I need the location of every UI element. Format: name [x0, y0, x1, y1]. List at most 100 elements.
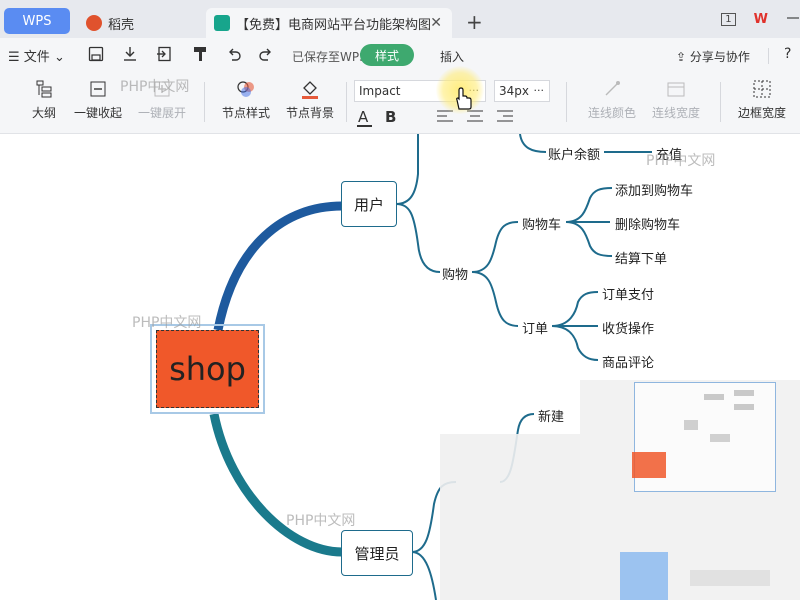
- tab-count-icon[interactable]: 1: [721, 12, 736, 26]
- tab-insert[interactable]: 插入: [440, 48, 464, 65]
- branch-root-admin: [209, 413, 343, 557]
- border-width-button[interactable]: 边框宽度: [738, 78, 786, 121]
- tab-daoke-label: 稻壳: [108, 17, 135, 33]
- align-right-icon[interactable]: [496, 108, 514, 128]
- node-user-label: 用户: [353, 195, 384, 214]
- node-admin-label: 管理员: [354, 544, 400, 563]
- root-node[interactable]: shop: [156, 330, 259, 408]
- collapse-icon: [88, 78, 108, 100]
- minimap-highlight: [620, 552, 668, 600]
- node-user[interactable]: 用户: [341, 181, 397, 227]
- tab-document[interactable]: 【免费】电商网站平台功能架构图 ✕: [206, 8, 452, 38]
- font-color-icon[interactable]: A: [356, 108, 374, 132]
- more-icon[interactable]: ···: [534, 81, 545, 101]
- collapse-all-button[interactable]: 一键收起: [74, 78, 122, 121]
- branch-checkout: [565, 221, 613, 257]
- node-background-label: 节点背景: [286, 106, 335, 120]
- node-style-button[interactable]: 节点样式: [222, 78, 270, 121]
- paint-bucket-icon: [300, 78, 320, 100]
- branch-add-cart: [565, 187, 613, 223]
- font-size-select[interactable]: 34px ···: [494, 80, 550, 102]
- svg-text:A: A: [358, 108, 369, 126]
- mindmap-canvas[interactable]: 用户 管理员 shop 账户余额 充值 购物 购物车 添加到购物车 删除购物车 …: [0, 134, 800, 600]
- watermark: PHP中文网: [286, 513, 356, 529]
- watermark: PHP中文网: [120, 79, 190, 95]
- font-size-value: 34px: [499, 84, 529, 98]
- blurred-region: [440, 434, 580, 600]
- watermark: PHP中文网: [646, 153, 716, 169]
- share-button[interactable]: ⇪ 分享与协作: [676, 48, 750, 65]
- line-color-icon: [602, 78, 622, 100]
- node-new[interactable]: 新建: [538, 406, 564, 425]
- branch-user-top: [395, 134, 419, 205]
- mindmap-doc-icon: [214, 15, 230, 31]
- branch-admin-bottom: [411, 551, 437, 600]
- save-status-label: 已保存至WPS: [292, 50, 367, 64]
- node-account-balance[interactable]: 账户余额: [548, 144, 600, 163]
- border-width-label: 边框宽度: [738, 106, 787, 120]
- branch-cart: [471, 221, 519, 273]
- redo-icon[interactable]: [258, 46, 274, 66]
- tab-document-title: 【免费】电商网站平台功能架构图: [236, 17, 432, 33]
- minimap-node: [684, 420, 698, 430]
- svg-text:B: B: [385, 108, 396, 126]
- branch-user-shopping: [395, 203, 441, 273]
- save-icon[interactable]: [88, 46, 104, 66]
- line-color-label: 连线颜色: [588, 106, 637, 120]
- branch-root-user: [213, 201, 343, 331]
- minimap-root: [632, 452, 666, 478]
- node-cart[interactable]: 购物车: [522, 214, 561, 233]
- node-admin[interactable]: 管理员: [341, 530, 413, 576]
- hand-cursor-icon: [453, 87, 473, 116]
- line-width-icon: [666, 78, 686, 100]
- node-style-label: 节点样式: [222, 106, 271, 120]
- node-review[interactable]: 商品评论: [602, 352, 654, 371]
- collapse-all-label: 一键收起: [74, 106, 123, 120]
- border-width-icon: [752, 78, 772, 100]
- node-add-to-cart[interactable]: 添加到购物车: [615, 180, 693, 199]
- branch-order: [471, 271, 519, 327]
- new-tab-button[interactable]: +: [466, 10, 483, 34]
- node-remove-cart[interactable]: 删除购物车: [615, 214, 680, 233]
- node-order-pay[interactable]: 订单支付: [602, 284, 654, 303]
- node-style-icon: [236, 78, 256, 100]
- window-controls: 1 W: [703, 8, 800, 30]
- minimap-preview: [580, 380, 800, 600]
- export-icon[interactable]: [156, 46, 172, 66]
- line-color-button[interactable]: 连线颜色: [588, 78, 636, 121]
- divider: [768, 48, 769, 64]
- close-tab-icon[interactable]: ✕: [430, 15, 442, 31]
- share-label: 分享与协作: [689, 50, 750, 64]
- help-button[interactable]: ?: [784, 46, 791, 62]
- minimap-node: [734, 404, 754, 410]
- node-receive[interactable]: 收货操作: [602, 318, 654, 337]
- tab-style[interactable]: 样式: [360, 44, 414, 66]
- tab-wps-label: WPS: [22, 13, 52, 29]
- file-menu[interactable]: ☰ 文件 ⌄: [8, 46, 65, 65]
- root-node-label: shop: [169, 350, 246, 388]
- node-order[interactable]: 订单: [522, 318, 548, 337]
- font-family-value: Impact: [359, 84, 401, 98]
- tab-bar: WPS 稻壳 【免费】电商网站平台功能架构图 ✕ + 1 W: [0, 0, 800, 38]
- node-shopping[interactable]: 购物: [442, 264, 468, 283]
- branch-review: [551, 325, 599, 361]
- minimize-icon[interactable]: [786, 12, 800, 26]
- line-width-button[interactable]: 连线宽度: [652, 78, 700, 121]
- tab-wps-home[interactable]: WPS: [4, 8, 70, 34]
- branch-order-pay: [551, 291, 599, 327]
- tab-daoke[interactable]: 稻壳: [78, 8, 202, 38]
- minimap-node: [710, 434, 730, 442]
- bold-icon[interactable]: B: [384, 108, 398, 130]
- minimap-node: [734, 390, 754, 396]
- node-checkout[interactable]: 结算下单: [615, 248, 667, 267]
- hamburger-icon: ☰: [8, 50, 24, 65]
- download-icon[interactable]: [122, 46, 138, 66]
- divider: [720, 82, 721, 122]
- expand-all-label: 一键展开: [138, 106, 187, 120]
- undo-icon[interactable]: [226, 46, 242, 66]
- root-node-selection[interactable]: shop: [150, 324, 265, 414]
- node-background-button[interactable]: 节点背景: [286, 78, 334, 121]
- format-painter-icon[interactable]: [192, 46, 208, 66]
- divider: [566, 82, 567, 122]
- outline-button[interactable]: 大纲: [32, 78, 56, 121]
